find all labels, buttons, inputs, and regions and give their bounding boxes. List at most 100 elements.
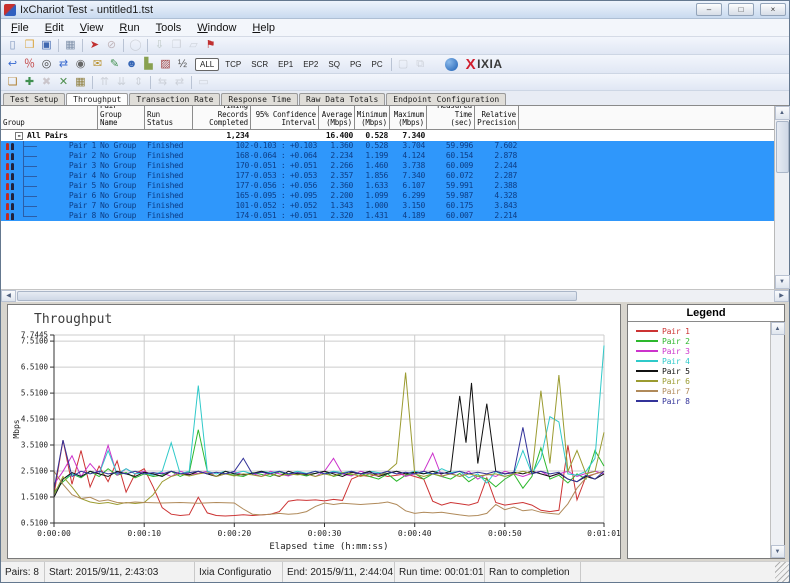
email-icon[interactable]: ✉	[89, 57, 106, 72]
binoculars-icon[interactable]: ◎	[38, 57, 55, 72]
pair-icon	[5, 202, 16, 210]
legend-item-pair-6[interactable]: Pair 6	[636, 376, 766, 386]
grid-horizontal-scrollbar[interactable]: ◀ ▶	[1, 289, 789, 302]
close-button[interactable]: ×	[760, 3, 786, 16]
camera-icon[interactable]: ◉	[72, 57, 89, 72]
maximize-button[interactable]: □	[728, 3, 754, 16]
protocol-button-pg[interactable]: PG	[346, 59, 366, 70]
table-row-pair-6[interactable]: Pair 6 No Group Finished 165 -0.095 : +0.095…	[1, 191, 774, 201]
relative-precision: 2.287	[494, 171, 517, 180]
legend-swatch	[636, 380, 658, 382]
col-header-average[interactable]: Average (Mbps)	[319, 106, 355, 129]
col-header-run-status[interactable]: Run Status	[145, 106, 193, 129]
image-icon[interactable]: ▨	[157, 57, 174, 72]
scroll-thumb[interactable]	[775, 121, 789, 173]
scroll-up-button[interactable]: ▲	[774, 106, 790, 120]
table-row-pair-3[interactable]: Pair 3 No Group Finished 170 -0.051 : +0.051…	[1, 161, 774, 171]
tab-response-time[interactable]: Response Time	[221, 93, 299, 105]
multimedia-pair-icon[interactable]: ▦	[72, 75, 89, 90]
menu-run[interactable]: Run	[111, 21, 147, 35]
table-row-pair-5[interactable]: Pair 5 No Group Finished 177 -0.056 : +0.056…	[1, 181, 774, 191]
clipboard-icon[interactable]: ❏	[4, 75, 21, 90]
new-window-icon: ◯	[129, 39, 142, 51]
open-test-icon[interactable]: ❒	[21, 38, 38, 53]
scroll-left-button[interactable]: ◀	[1, 290, 16, 302]
sequence-icon[interactable]: ½	[174, 57, 191, 72]
col-header-minimum[interactable]: Minimum (Mbps)	[355, 106, 390, 129]
scroll-thumb[interactable]	[17, 291, 577, 301]
resize-grip[interactable]	[775, 562, 789, 582]
status-completion: Ran to completion	[485, 562, 581, 582]
chart-area: Throughput Mbps 7.7445 7.5100 6.5100 5.5100 4.…	[1, 302, 789, 561]
title-bar[interactable]: IxChariot Test - untitled1.tst – □ ×	[1, 1, 789, 19]
legend-item-pair-5[interactable]: Pair 5	[636, 366, 766, 376]
y-tick-label: 3.5100	[21, 441, 49, 450]
legend-item-pair-7[interactable]: Pair 7	[636, 386, 766, 396]
menu-tools[interactable]: Tools	[148, 21, 190, 35]
table-row-pair-7[interactable]: Pair 7 No Group Finished 101 -0.052 : +0.052…	[1, 201, 774, 211]
collapse-icon[interactable]: -	[15, 131, 23, 140]
table-row-pair-1[interactable]: Pair 1 No Group Finished 102 -0.103 : +0.103…	[1, 141, 774, 151]
tab-raw-data-totals[interactable]: Raw Data Totals	[299, 93, 386, 105]
legend-title: Legend	[628, 305, 784, 322]
scroll-down-button[interactable]: ▼	[770, 545, 785, 558]
new-test-icon[interactable]: ▯	[4, 38, 21, 53]
table-row-pair-4[interactable]: Pair 4 No Group Finished 177 -0.053 : +0.053…	[1, 171, 774, 181]
pair-icon	[5, 182, 16, 190]
legend-item-pair-4[interactable]: Pair 4	[636, 356, 766, 366]
protocol-button-sq[interactable]: SQ	[324, 59, 344, 70]
legend-item-pair-1[interactable]: Pair 1	[636, 326, 766, 336]
col-header-measured-time[interactable]: Measured Time (sec)	[427, 106, 475, 129]
col-header-pair-group-name[interactable]: Pair Group Name	[98, 106, 145, 129]
tab-endpoint-configuration[interactable]: Endpoint Configuration	[386, 93, 507, 105]
add-pair-icon[interactable]: ✚	[21, 75, 38, 90]
col-header-confidence[interactable]: 95% Confidence Interval	[251, 106, 319, 129]
percentile-icon[interactable]: ％	[21, 57, 38, 72]
legend-item-pair-8[interactable]: Pair 8	[636, 396, 766, 406]
scroll-down-button[interactable]: ▼	[774, 275, 790, 289]
info-icon[interactable]	[444, 57, 458, 71]
status-bar: Pairs: 8 Start: 2015/9/11, 2:43:03 Ixia Co…	[1, 561, 789, 582]
save-test-icon[interactable]: ▣	[38, 38, 55, 53]
grid-vertical-scrollbar[interactable]: ▲ ▼	[774, 106, 790, 289]
group-label: All Pairs	[27, 131, 68, 140]
tab-test-setup[interactable]: Test Setup	[3, 93, 66, 105]
print-icon[interactable]: ▦	[62, 38, 79, 53]
minimize-button[interactable]: –	[696, 3, 722, 16]
scroll-right-button[interactable]: ▶	[774, 290, 789, 302]
tab-transaction-rate[interactable]: Transaction Rate	[129, 93, 221, 105]
scroll-up-button[interactable]: ▲	[770, 322, 785, 335]
col-header-timing-records[interactable]: Timing Records Completed	[193, 106, 251, 129]
col-header-group[interactable]: Group	[1, 106, 98, 129]
menu-help[interactable]: Help	[244, 21, 283, 35]
menu-edit[interactable]: Edit	[37, 21, 72, 35]
chart-icon[interactable]: ▙	[140, 57, 157, 72]
menu-view[interactable]: View	[72, 21, 112, 35]
protocol-button-ep1[interactable]: EP1	[274, 59, 297, 70]
row-all-pairs[interactable]: - All Pairs 1,234 16.400 0.528 7.340	[1, 130, 774, 141]
flag-icon[interactable]: ⚑	[202, 38, 219, 53]
legend-scrollbar[interactable]: ▲ ▼	[770, 322, 785, 558]
swap-endpoints-icon[interactable]: ✕	[55, 75, 72, 90]
run-test-icon[interactable]: ➤	[86, 38, 103, 53]
menu-window[interactable]: Window	[189, 21, 244, 35]
toolbar-pair: ❏ ✚ ✖ ✕ ▦ ⇈ ⇊ ⇕ ⇆ ⇄ ▭	[1, 74, 789, 91]
table-row-pair-2[interactable]: Pair 2 No Group Finished 168 -0.064 : +0.064…	[1, 151, 774, 161]
protocol-button-scr[interactable]: SCR	[247, 59, 272, 70]
users-icon[interactable]: ☻	[123, 57, 140, 72]
legend-item-pair-2[interactable]: Pair 2	[636, 336, 766, 346]
menu-file[interactable]: File	[3, 21, 37, 35]
edit-script-icon[interactable]: ✎	[106, 57, 123, 72]
tab-throughput[interactable]: Throughput	[66, 93, 129, 105]
protocol-button-tcp[interactable]: TCP	[221, 59, 245, 70]
undo-icon[interactable]: ↩	[4, 57, 21, 72]
legend-item-pair-3[interactable]: Pair 3	[636, 346, 766, 356]
endpoint-pairs-icon[interactable]: ⇄	[55, 57, 72, 72]
col-header-relative-precision[interactable]: Relative Precision	[475, 106, 519, 129]
protocol-button-ep2[interactable]: EP2	[299, 59, 322, 70]
move-down-icon: ⇊	[116, 75, 127, 88]
protocol-button-all[interactable]: ALL	[195, 57, 220, 71]
col-header-maximum[interactable]: Maximum (Mbps)	[390, 106, 427, 129]
table-row-pair-8[interactable]: Pair 8 No Group Finished 174 -0.051 : +0.051…	[1, 211, 774, 221]
protocol-button-pc[interactable]: PC	[368, 59, 387, 70]
